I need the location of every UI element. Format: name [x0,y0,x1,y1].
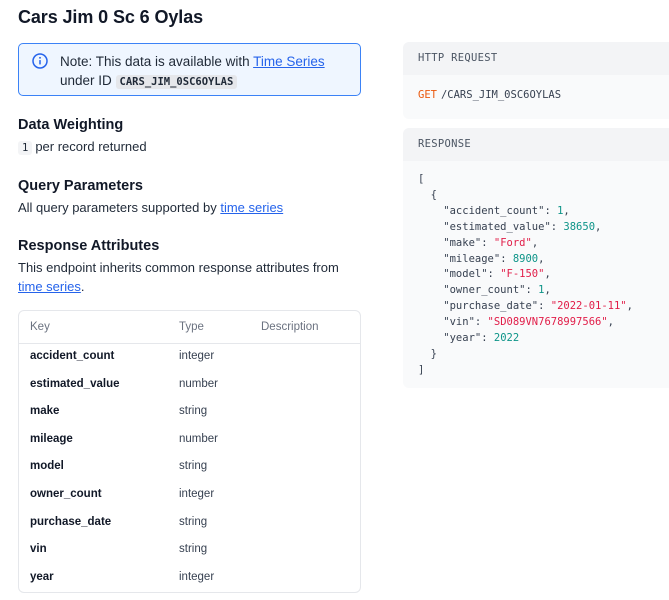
attributes-table: Key Type Description accident_countinteg… [18,310,361,593]
note-prefix: Note: This data is available with [60,54,254,69]
column-header-description: Description [261,321,319,333]
attribute-type: string [179,405,208,418]
request-line: GET/CARS_JIM_0SC6OYLAS [418,89,561,101]
http-request-body: GET/CARS_JIM_0SC6OYLAS [403,75,669,119]
data-weighting-heading: Data Weighting [18,117,124,133]
table-row: model string [19,454,360,482]
attribute-key: model [30,460,64,473]
json-key: vin [449,316,469,329]
query-parameters-text: All query parameters supported by time s… [18,198,361,217]
json-value: "Ford" [493,236,532,249]
table-row: vin string [19,537,360,565]
request-path: /CARS_JIM_0SC6OYLAS [440,89,562,101]
attribute-type: string [179,515,208,528]
json-key: year [449,332,475,345]
attribute-type: number [179,377,218,390]
json-line: "accident_count": 1, [418,204,570,217]
json-line: "purchase_date": "2022-01-11", [418,300,633,313]
attribute-key: accident_count [30,350,115,362]
json-line: [ [418,173,425,185]
json-line: "vin": "SD089VN7678997566", [418,316,614,329]
json-line: "mileage": 8900, [418,252,545,265]
attribute-type: integer [179,488,215,500]
json-line: "model": "F-150", [418,268,551,281]
response-json: [ { "accident_count": 1, "estimated_valu… [418,172,633,379]
column-header-key: Key [30,321,50,333]
response-label: RESPONSE [418,138,471,150]
json-value: "SD089VN7678997566" [487,316,608,329]
json-value: 2022 [493,332,520,345]
json-value: "2022-01-11" [550,300,627,313]
json-key: owner_count [449,284,520,297]
table-row: estimated_value number [19,372,360,400]
table-row: purchase_date string [19,510,360,538]
json-line: "year": 2022 [418,332,520,345]
attribute-key: year [30,570,54,583]
json-line: "estimated_value": 38650, [418,220,602,233]
attribute-key: purchase_date [30,515,112,528]
weighting-value: 1 [18,141,33,155]
json-key: purchase_date [449,300,532,313]
json-line: ] [418,363,425,376]
http-request-label: HTTP REQUEST [418,52,498,64]
attribute-type: integer [179,350,215,362]
json-line: "owner_count": 1, [418,284,551,297]
json-line: } [418,347,437,360]
response-attributes-heading: Response Attributes [18,238,160,254]
json-key: accident_count [449,204,539,217]
json-key: make [449,236,475,249]
note-text: Note: This data is available with Time S… [60,52,355,92]
attribute-key: mileage [30,432,73,445]
response-attributes-text: This endpoint inherits common response a… [18,258,361,296]
json-key: estimated_value [449,220,545,233]
time-series-link[interactable]: Time Series [253,54,325,69]
dataset-id-code: CARS_JIM_0SC6OYLAS [115,75,238,89]
table-row: year integer [19,565,360,592]
response-attrs-suffix: . [80,279,85,294]
weighting-desc: per record returned [35,139,147,154]
attribute-key: vin [30,543,47,556]
table-row: owner_count integer [19,482,360,510]
json-key: model [449,268,482,281]
attribute-key: estimated_value [30,377,120,390]
json-line: { [418,188,437,201]
query-time-series-link[interactable]: time series [220,200,283,215]
response-time-series-link[interactable]: time series [18,279,81,294]
attribute-key: owner_count [30,488,102,500]
page-title: Cars Jim 0 Sc 6 Oylas [18,7,204,27]
info-circle-icon [32,53,48,69]
json-value: "F-150" [500,268,545,281]
response-header: RESPONSE [403,128,669,161]
attribute-type: integer [179,570,215,583]
response-attrs-desc: This endpoint inherits common response a… [18,260,339,275]
attribute-type: string [179,460,208,473]
json-key: mileage [449,252,494,265]
table-row: make string [19,399,360,427]
http-method: GET [418,89,437,101]
note-callout: Note: This data is available with Time S… [18,43,361,96]
table-header: Key Type Description [19,311,360,344]
query-desc: All query parameters supported by [18,200,221,215]
note-middle: under ID [60,73,116,88]
json-value: 8900 [512,252,539,265]
table-row: mileage number [19,427,360,455]
attribute-type: number [179,432,218,445]
column-header-type: Type [179,321,204,333]
table-row: accident_count integer [19,344,360,372]
query-parameters-heading: Query Parameters [18,178,143,194]
attribute-key: make [30,405,60,418]
http-request-header: HTTP REQUEST [403,42,669,75]
response-body: [ { "accident_count": 1, "estimated_valu… [403,161,669,388]
json-value: 38650 [563,220,596,233]
data-weighting-text: 1 per record returned [18,137,361,158]
json-line: "make": "Ford", [418,236,539,249]
attribute-type: string [179,543,208,556]
